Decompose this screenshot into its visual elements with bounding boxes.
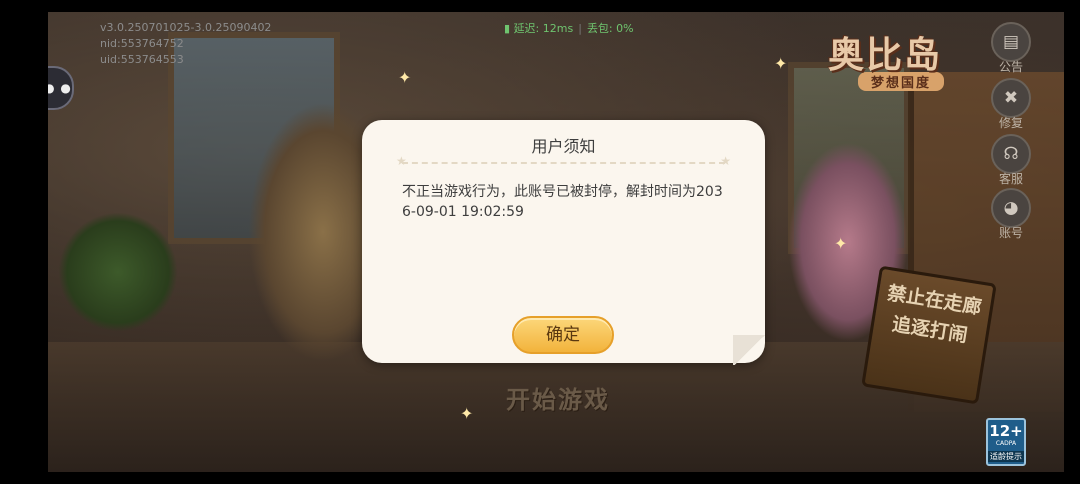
signal-icon: ▮ <box>504 22 511 35</box>
game-logo: 奥比岛 梦想国度 <box>828 26 968 106</box>
dialog-title: 用户须知 <box>531 137 596 156</box>
latency-text: 延迟: 12ms <box>513 22 574 35</box>
age-rating-badge: 12+ CADPA 适龄提示 <box>986 418 1026 466</box>
account-icon: ◕ <box>991 188 1031 228</box>
logo-title: 奥比岛 <box>828 35 943 76</box>
repair-icon: ✖ <box>991 78 1031 118</box>
repair-button[interactable]: ✖ 修复 <box>988 78 1034 131</box>
user-notice-dialog: 用户须知 ★ ★ 不正当游戏行为，此账号已被封停，解封时间为2036-09-01… <box>362 120 767 365</box>
customer-service-button[interactable]: ☊ 客服 <box>988 134 1034 187</box>
sparkle-icon: ✦ <box>834 234 848 253</box>
version-info: v3.0.250701025-3.0.25090402 nid:55376475… <box>100 20 271 68</box>
notice-label: 公告 <box>998 60 1023 74</box>
nid-text: nid:553764752 <box>100 37 184 50</box>
sparkle-icon: ✦ <box>398 68 412 87</box>
age-rating-caption: 适龄提示 <box>988 451 1024 462</box>
version-text: v3.0.250701025-3.0.25090402 <box>100 21 272 34</box>
star-icon: ★ <box>720 154 731 168</box>
floating-assistant-button[interactable]: ● ● <box>48 66 74 110</box>
network-status: ▮ 延迟: 12ms | 丢包: 0% <box>504 20 634 36</box>
dialog-divider: ★ ★ <box>396 154 731 168</box>
notice-button[interactable]: ▤ 公告 <box>988 22 1034 75</box>
customer-service-label: 客服 <box>998 172 1023 186</box>
packet-loss-text: 丢包: 0% <box>586 22 634 35</box>
start-game-label: 开始游戏 <box>506 386 610 414</box>
account-label: 账号 <box>998 226 1023 240</box>
separator: | <box>578 22 582 35</box>
notice-icon: ▤ <box>991 22 1031 62</box>
star-icon: ★ <box>396 154 407 168</box>
dialog-message: 不正当游戏行为，此账号已被封停，解封时间为2036-09-01 19:02:59 <box>402 184 723 220</box>
potted-plant <box>58 212 178 332</box>
account-button[interactable]: ◕ 账号 <box>988 188 1034 241</box>
confirm-button[interactable]: 确定 <box>512 316 614 354</box>
repair-label: 修复 <box>998 116 1023 130</box>
customer-service-icon: ☊ <box>991 134 1031 174</box>
sparkle-icon: ✦ <box>460 404 474 423</box>
game-screen: 禁止在走廊 追逐打闹 奥比岛 梦想国度 ✦ ✦ ✦ ✦ v3.0.2507010… <box>48 12 1064 472</box>
assistant-face-icon: ● ● <box>48 81 72 95</box>
age-rating-org: CADPA <box>995 440 1017 447</box>
age-rating-number: 12+ <box>989 422 1023 440</box>
hallway-sign: 禁止在走廊 追逐打闹 <box>861 265 997 405</box>
uid-text: uid:553764553 <box>100 53 184 66</box>
sparkle-icon: ✦ <box>774 54 788 73</box>
